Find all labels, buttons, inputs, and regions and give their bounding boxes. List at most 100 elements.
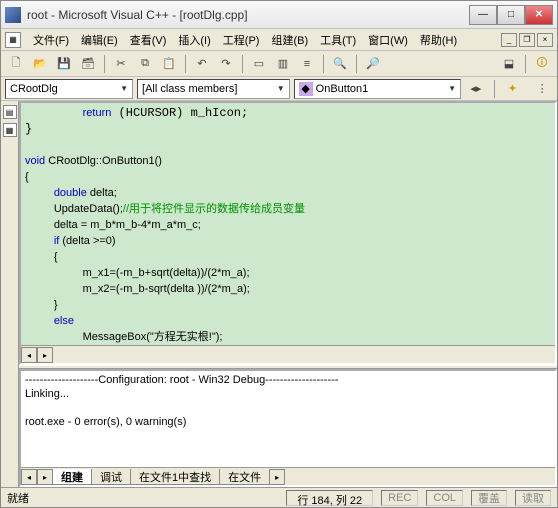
scroll-left-icon[interactable]: ◂ (21, 469, 37, 485)
scroll-right-icon[interactable]: ▸ (37, 469, 53, 485)
status-col: COL (426, 490, 463, 506)
status-ovr: 覆盖 (471, 490, 507, 506)
menu-tools[interactable]: 工具(T) (314, 30, 362, 50)
copy-icon[interactable]: ⧉ (134, 53, 156, 75)
workspace-tab-icon[interactable]: ▦ (3, 123, 17, 137)
find-in-files-icon[interactable]: 🔍 (329, 53, 351, 75)
tab-find-in-files-2[interactable]: 在文件 (219, 469, 270, 485)
output-icon[interactable]: ▥ (272, 53, 294, 75)
toolbar-separator (525, 55, 526, 73)
paste-icon[interactable]: 📋 (158, 53, 180, 75)
workspace-bar: ▤ ▦ (1, 101, 19, 487)
redo-icon[interactable]: ↷ (215, 53, 237, 75)
menu-project[interactable]: 工程(P) (217, 30, 266, 50)
function-icon: ◆ (299, 82, 313, 96)
code-text: { (25, 171, 29, 183)
code-text: delta; (87, 187, 117, 199)
scroll-left-icon[interactable]: ◂ (21, 347, 37, 363)
output-panel: --------------------Configuration: root … (19, 369, 557, 487)
help-icon[interactable]: 🛈 (531, 53, 553, 75)
status-ready: 就绪 (7, 490, 278, 506)
system-menu-icon[interactable]: ▦ (5, 32, 21, 48)
editor-stack: return (HCURSOR) m_hIcon; } void CRootDl… (19, 101, 557, 487)
tabs-more-icon[interactable]: ▸ (269, 469, 285, 485)
window-title: root - Microsoft Visual C++ - [rootDlg.c… (27, 8, 469, 22)
undo-icon[interactable]: ↶ (191, 53, 213, 75)
go-button[interactable]: ◂▸ (465, 78, 487, 100)
code-text: } (54, 299, 58, 311)
maximize-button[interactable]: □ (497, 5, 525, 25)
code-keyword: double (54, 187, 87, 199)
status-bar: 就绪 行 184, 列 22 REC COL 覆盖 读取 (1, 487, 557, 507)
output-tab-row: ◂ ▸ 组建 调试 在文件1中查找 在文件 ▸ (21, 467, 555, 485)
cut-icon[interactable]: ✂ (110, 53, 132, 75)
code-text: { (54, 251, 58, 263)
new-icon[interactable]: 🗋 (5, 53, 27, 75)
code-text: m_x1=(-m_b+sqrt(delta))/(2*m_a); (83, 267, 250, 279)
menu-edit[interactable]: 编辑(E) (75, 30, 124, 50)
save-icon[interactable]: 💾 (53, 53, 75, 75)
tab-debug[interactable]: 调试 (91, 469, 131, 485)
menu-bar: ▦ 文件(F) 编辑(E) 查看(V) 插入(I) 工程(P) 组建(B) 工具… (1, 29, 557, 51)
code-text: (delta >=0) (59, 235, 115, 247)
toolbar-separator (356, 55, 357, 73)
standard-toolbar: 🗋 📂 💾 🗃 ✂ ⧉ 📋 ↶ ↷ ▭ ▥ ≡ 🔍 🔎 ⬓ 🛈 (1, 51, 557, 77)
tile-icon[interactable]: ⬓ (498, 53, 520, 75)
menu-help[interactable]: 帮助(H) (414, 30, 463, 50)
members-combo-value: [All class members] (142, 83, 237, 95)
app-icon (5, 7, 21, 23)
menu-file[interactable]: 文件(F) (27, 30, 75, 50)
code-keyword: else (54, 315, 74, 327)
function-combo[interactable]: ◆ OnButton1 ▼ (294, 79, 461, 99)
code-text: UpdateData(); (54, 203, 123, 215)
code-editor[interactable]: return (HCURSOR) m_hIcon; } void CRootDl… (19, 101, 557, 365)
function-combo-value: OnButton1 (316, 83, 369, 95)
code-text: delta = m_b*m_b-4*m_a*m_c; (54, 219, 201, 231)
find-icon[interactable]: 🔎 (362, 53, 384, 75)
toolbar-options-icon[interactable]: ⋮ (531, 78, 553, 100)
code-text: CRootDlg::OnButton1() (45, 155, 162, 167)
members-combo[interactable]: [All class members] ▼ (137, 79, 290, 99)
status-rec: REC (381, 490, 418, 506)
chevron-down-icon: ▼ (273, 84, 285, 93)
class-combo[interactable]: CRootDlg ▼ (5, 79, 133, 99)
status-read: 读取 (515, 490, 551, 506)
wizard-action-icon[interactable]: ✦ (502, 78, 524, 100)
output-line: --------------------Configuration: root … (25, 374, 338, 386)
wizard-bar: CRootDlg ▼ [All class members] ▼ ◆ OnBut… (1, 77, 557, 101)
tab-build[interactable]: 组建 (52, 469, 92, 485)
toolbar-separator (185, 55, 186, 73)
code-keyword: void (25, 155, 45, 167)
mdi-restore-button[interactable]: ❐ (519, 33, 535, 47)
toolbar-separator (104, 55, 105, 73)
window-list-icon[interactable]: ≡ (296, 53, 318, 75)
status-cursor-position: 行 184, 列 22 (286, 490, 373, 506)
workspace-icon[interactable]: ▭ (248, 53, 270, 75)
menu-window[interactable]: 窗口(W) (362, 30, 414, 50)
scroll-right-icon[interactable]: ▸ (37, 347, 53, 363)
minimize-button[interactable]: — (469, 5, 497, 25)
output-content[interactable]: --------------------Configuration: root … (21, 371, 555, 467)
toolbar-separator (323, 55, 324, 73)
mdi-close-button[interactable]: × (537, 33, 553, 47)
menu-build[interactable]: 组建(B) (265, 30, 314, 50)
close-button[interactable]: ✕ (525, 5, 553, 25)
menu-insert[interactable]: 插入(I) (172, 30, 216, 50)
mdi-minimize-button[interactable]: _ (501, 33, 517, 47)
workspace-tab-icon[interactable]: ▤ (3, 105, 17, 119)
tab-find-in-files-1[interactable]: 在文件1中查找 (130, 469, 220, 485)
toolbar-separator (494, 80, 495, 98)
toolbar-separator (242, 55, 243, 73)
menu-view[interactable]: 查看(V) (124, 30, 173, 50)
main-area: ▤ ▦ return (HCURSOR) m_hIcon; } void CRo… (1, 101, 557, 487)
output-line: Linking... (25, 388, 69, 400)
code-text: m_x2=(-m_b-sqrt(delta ))/(2*m_a); (83, 283, 250, 295)
open-icon[interactable]: 📂 (29, 53, 51, 75)
window-buttons: — □ ✕ (469, 5, 553, 25)
class-combo-value: CRootDlg (10, 83, 58, 95)
code-content[interactable]: return (HCURSOR) m_hIcon; } void CRootDl… (21, 103, 555, 345)
chevron-down-icon: ▼ (444, 84, 456, 93)
save-all-icon[interactable]: 🗃 (77, 53, 99, 75)
code-text: MessageBox("方程无实根!"); (83, 331, 223, 343)
chevron-down-icon: ▼ (116, 84, 128, 93)
